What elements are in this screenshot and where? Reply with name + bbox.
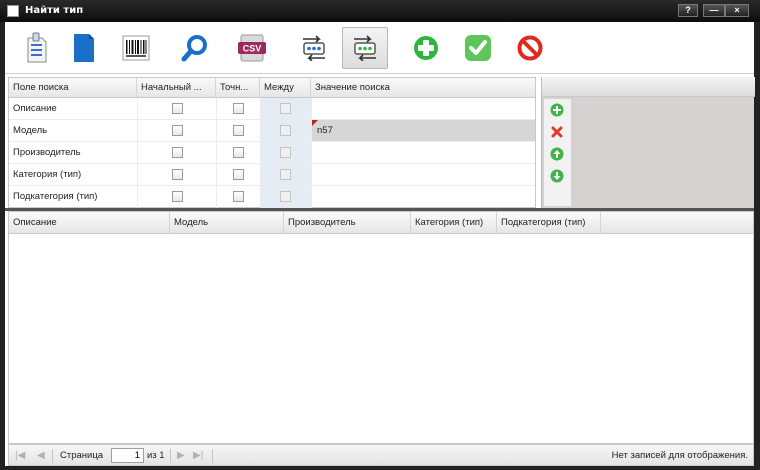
side-panel-header xyxy=(542,77,755,97)
barcode-button[interactable] xyxy=(113,27,159,69)
cancel-button[interactable] xyxy=(507,27,553,69)
starts-with-checkbox[interactable] xyxy=(172,147,183,158)
toolbar: CSV xyxy=(5,22,754,74)
pager-divider xyxy=(212,449,213,463)
col-search-value[interactable]: Значение поиска xyxy=(311,78,535,98)
search-value-cell[interactable] xyxy=(312,142,535,163)
last-page-icon[interactable]: ▶| xyxy=(193,450,203,461)
first-page-icon[interactable]: |◀ xyxy=(15,450,25,461)
barcode-icon xyxy=(122,35,150,61)
search-button[interactable] xyxy=(172,27,218,69)
between-checkbox[interactable] xyxy=(280,125,291,136)
prev-page-icon[interactable]: ◀ xyxy=(37,450,45,461)
criteria-row[interactable]: Описание xyxy=(9,98,535,120)
svg-text:CSV: CSV xyxy=(243,44,262,54)
add-criteria-button[interactable] xyxy=(550,103,564,117)
blue-page-icon xyxy=(74,34,94,62)
criteria-field-label: Категория (тип) xyxy=(13,169,82,180)
green-plus-icon xyxy=(414,36,438,60)
col-manufacturer[interactable]: Производитель xyxy=(284,212,411,234)
csv-icon: CSV xyxy=(238,34,266,62)
minimize-button[interactable]: — xyxy=(703,4,725,17)
col-model[interactable]: Модель xyxy=(170,212,284,234)
exact-checkbox[interactable] xyxy=(233,147,244,158)
green-check-icon xyxy=(465,35,491,61)
add-button[interactable] xyxy=(403,27,449,69)
search-value-cell-selected[interactable]: n57 xyxy=(312,120,535,141)
criteria-side-panel xyxy=(541,77,755,208)
results-header: Описание Модель Производитель Категория … xyxy=(9,212,753,234)
search-criteria-grid: Поле поиска Начальный ... Точн... Между … xyxy=(8,77,536,208)
col-description[interactable]: Описание xyxy=(9,212,170,234)
starts-with-checkbox[interactable] xyxy=(172,169,183,180)
starts-with-checkbox[interactable] xyxy=(172,125,183,136)
starts-with-checkbox[interactable] xyxy=(172,103,183,114)
window-client-area: CSV Поле поиска Начальный ... Точн... Ме… xyxy=(5,22,755,466)
search-value-cell[interactable] xyxy=(312,164,535,185)
between-checkbox[interactable] xyxy=(280,103,291,114)
results-grid: Описание Модель Производитель Категория … xyxy=(8,211,754,444)
exact-checkbox[interactable] xyxy=(233,169,244,180)
paging-toolbar: |◀ ◀ Страница из 1 ▶ ▶| Нет записей для … xyxy=(8,444,754,466)
criteria-header: Поле поиска Начальный ... Точн... Между … xyxy=(9,78,535,98)
criteria-actions xyxy=(544,99,571,206)
search-value-text: n57 xyxy=(317,125,333,136)
exact-checkbox[interactable] xyxy=(233,125,244,136)
search-value-cell[interactable] xyxy=(312,98,535,119)
window-border-bottom xyxy=(0,466,760,470)
criteria-field-label: Модель xyxy=(13,125,48,136)
exact-checkbox[interactable] xyxy=(233,103,244,114)
swap-button-1[interactable] xyxy=(291,27,337,69)
col-starts-with[interactable]: Начальный ... xyxy=(137,78,216,98)
help-button[interactable]: ? xyxy=(678,4,698,17)
col-exact[interactable]: Точн... xyxy=(216,78,260,98)
criteria-row[interactable]: Подкатегория (тип) xyxy=(9,186,535,208)
criteria-field-label: Подкатегория (тип) xyxy=(13,191,98,202)
page-label: Страница xyxy=(60,450,104,461)
export-csv-button[interactable]: CSV xyxy=(229,27,275,69)
magnifier-icon xyxy=(181,35,207,62)
col-category[interactable]: Категория (тип) xyxy=(411,212,497,234)
move-up-button[interactable] xyxy=(550,147,564,161)
next-page-icon[interactable]: ▶ xyxy=(177,450,185,461)
page-number-input[interactable] xyxy=(111,448,144,463)
col-subcategory[interactable]: Подкатегория (тип) xyxy=(497,212,601,234)
pager-divider xyxy=(170,449,171,463)
swap-button-2[interactable] xyxy=(342,27,388,69)
criteria-field-label: Описание xyxy=(13,103,57,114)
criteria-field-label: Производитель xyxy=(13,147,81,158)
document-button[interactable] xyxy=(61,27,107,69)
criteria-row[interactable]: Категория (тип) xyxy=(9,164,535,186)
empty-results-message: Нет записей для отображения. xyxy=(611,450,748,461)
new-document-button[interactable] xyxy=(13,27,59,69)
between-checkbox[interactable] xyxy=(280,169,291,180)
between-checkbox[interactable] xyxy=(280,191,291,202)
red-no-icon xyxy=(517,35,543,61)
search-value-cell[interactable] xyxy=(312,186,535,207)
window-icon xyxy=(7,5,19,17)
move-down-button[interactable] xyxy=(550,169,564,183)
col-search-field[interactable]: Поле поиска xyxy=(9,78,137,98)
title-bar: Найти тип ? — × xyxy=(0,0,760,22)
page-count-label: из 1 xyxy=(147,450,165,461)
between-checkbox[interactable] xyxy=(280,147,291,158)
exact-checkbox[interactable] xyxy=(233,191,244,202)
document-list-icon xyxy=(27,32,47,63)
delete-criteria-button[interactable] xyxy=(550,125,564,139)
swap-arrows-green-icon xyxy=(354,35,376,61)
window-title: Найти тип xyxy=(25,5,84,16)
starts-with-checkbox[interactable] xyxy=(172,191,183,202)
confirm-button[interactable] xyxy=(455,27,501,69)
swap-arrows-icon xyxy=(303,35,325,61)
close-button[interactable]: × xyxy=(725,4,749,17)
criteria-row[interactable]: Производитель xyxy=(9,142,535,164)
pager-divider xyxy=(52,449,53,463)
search-type-window: Найти тип ? — × CSV Поле поиска Начальны… xyxy=(0,0,760,470)
criteria-row[interactable]: Модель n57 xyxy=(9,120,535,142)
col-between[interactable]: Между xyxy=(260,78,311,98)
